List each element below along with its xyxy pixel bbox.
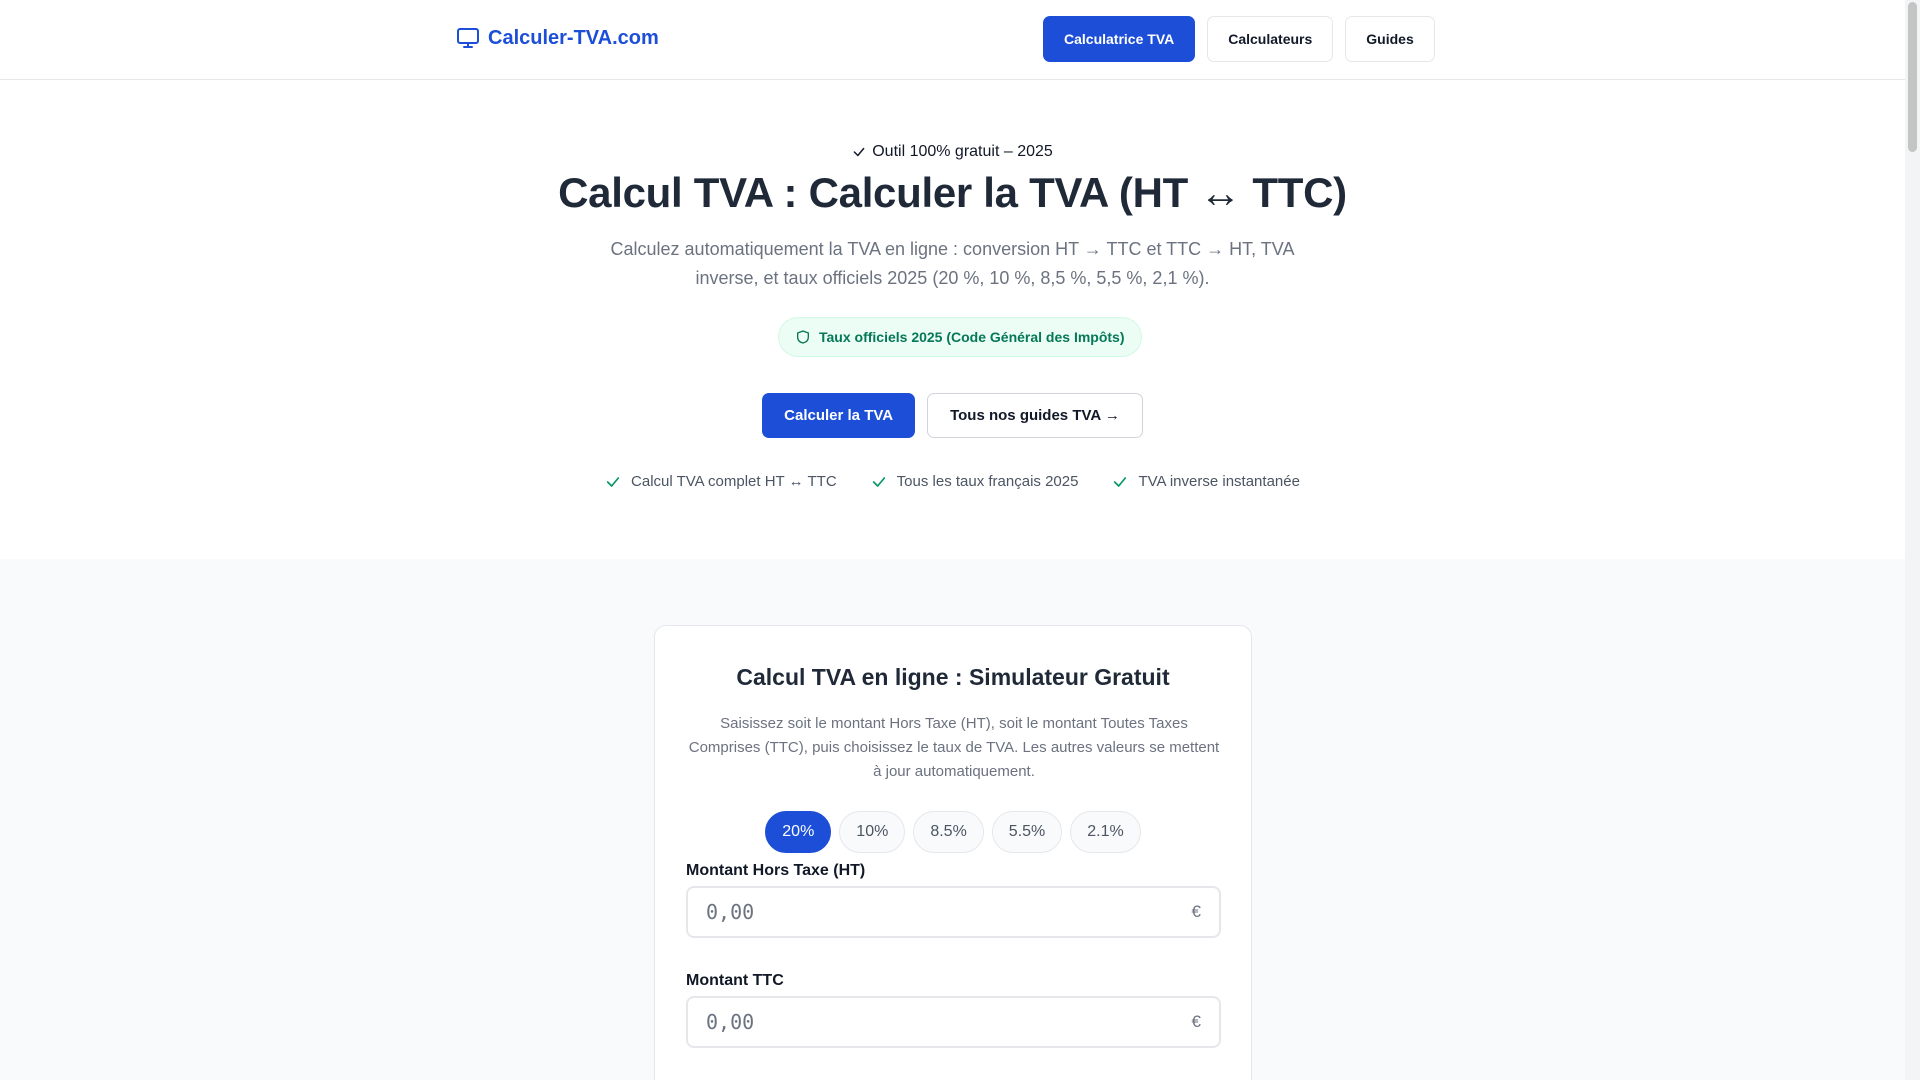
official-rates-badge: Taux officiels 2025 (Code Général des Im… — [778, 317, 1142, 357]
feature-label: TVA inverse instantanée — [1138, 473, 1300, 490]
badge-text: Taux officiels 2025 (Code Général des Im… — [819, 329, 1125, 345]
euro-unit: € — [1191, 1012, 1201, 1031]
rate-option-2-1[interactable]: 2.1% — [1070, 811, 1141, 853]
hero-eyebrow: Outil 100% gratuit – 2025 — [0, 143, 1905, 161]
check-icon — [1114, 476, 1127, 487]
hero-cta-group: Calculer la TVA Tous nos guides TVA → — [0, 393, 1905, 438]
check-icon — [853, 147, 865, 157]
rate-option-5-5[interactable]: 5.5% — [991, 811, 1063, 853]
calculator-section: Calcul TVA en ligne : Simulateur Gratuit… — [0, 559, 1905, 1080]
feature-item: Tous les taux français 2025 — [871, 473, 1079, 490]
all-guides-button[interactable]: Tous nos guides TVA → — [927, 393, 1143, 438]
rate-option-20[interactable]: 20% — [765, 811, 832, 853]
site-logo[interactable]: Calculer-TVA.com — [456, 26, 659, 50]
hero-section: Outil 100% gratuit – 2025 Calcul TVA : C… — [0, 81, 1905, 559]
check-icon — [606, 476, 620, 487]
main-nav: Calculatrice TVA Calculateurs Guides — [1043, 16, 1435, 62]
rate-option-10[interactable]: 10% — [839, 811, 906, 853]
feature-label: Tous les taux français 2025 — [896, 473, 1079, 490]
page-title: Calcul TVA : Calculer la TVA (HT ↔ TTC) — [558, 169, 1347, 216]
monitor-icon — [457, 28, 479, 48]
ht-field: € — [686, 886, 1221, 938]
eyebrow-text: Outil 100% gratuit – 2025 — [872, 143, 1053, 160]
ht-input[interactable] — [706, 900, 1192, 924]
ttc-field: € — [686, 996, 1221, 1048]
calculate-tva-button[interactable]: Calculer la TVA — [762, 393, 916, 438]
logo-text: Calculer-TVA.com — [488, 26, 659, 49]
feature-item: TVA inverse instantanée — [1112, 473, 1300, 490]
rate-selector: 20% 10% 8.5% 5.5% 2.1% — [655, 811, 1251, 853]
feature-list: Calcul TVA complet HT ↔ TTC Tous les tau… — [0, 473, 1905, 490]
check-icon — [872, 476, 885, 487]
site-header: Calculer-TVA.com Calculatrice TVA Calcul… — [0, 0, 1905, 80]
ttc-input[interactable] — [706, 1010, 1192, 1034]
calculator-description: Saisissez soit le montant Hors Taxe (HT)… — [688, 715, 1220, 780]
feature-item: Calcul TVA complet HT ↔ TTC — [605, 473, 837, 490]
nav-calculatrice-tva[interactable]: Calculatrice TVA — [1043, 16, 1196, 62]
scrollbar-thumb[interactable] — [1908, 2, 1917, 152]
page-scrollbar[interactable] — [1905, 0, 1920, 1080]
nav-guides[interactable]: Guides — [1345, 16, 1435, 62]
ht-label: Montant Hors Taxe (HT) — [686, 862, 866, 879]
rate-option-8-5[interactable]: 8.5% — [913, 811, 984, 853]
shield-icon — [797, 330, 809, 344]
hero-lead: Calculez automatiquement la TVA en ligne… — [610, 239, 1295, 288]
calculator-card: Calcul TVA en ligne : Simulateur Gratuit… — [654, 625, 1252, 1080]
euro-unit: € — [1191, 902, 1201, 921]
ttc-label: Montant TTC — [686, 972, 784, 989]
calculator-title: Calcul TVA en ligne : Simulateur Gratuit — [736, 664, 1170, 690]
nav-calculateurs[interactable]: Calculateurs — [1207, 16, 1334, 62]
feature-label: Calcul TVA complet HT ↔ TTC — [631, 473, 837, 490]
